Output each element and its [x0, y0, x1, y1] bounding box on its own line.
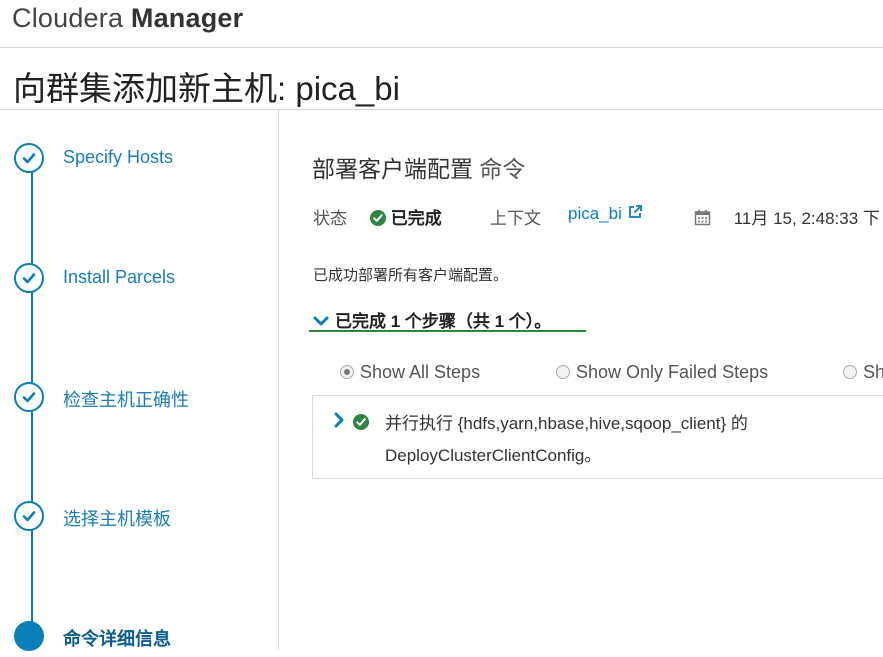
radio-unselected[interactable] [843, 365, 857, 379]
command-step-row[interactable]: 并行执行 {hdfs,yarn,hbase,hive,sqoop_client}… [312, 395, 883, 479]
steps-summary-text: 已完成 1 个步骤（共 1 个）。 [335, 312, 552, 331]
filter-show-failed[interactable]: Show Only Failed Steps [556, 362, 768, 383]
wizard-step-host-template[interactable]: 选择主机模板 [14, 501, 274, 537]
check-icon [14, 263, 44, 293]
page-title: 向群集添加新主机: pica_bi [13, 70, 400, 107]
check-icon [14, 382, 44, 412]
wizard-step-install-parcels[interactable]: Install Parcels [14, 263, 274, 299]
wizard-step-label: 检查主机正确性 [63, 390, 189, 410]
timestamp-field: 11月 15, 2:48:33 下 [694, 204, 880, 229]
filter-show-all[interactable]: Show All Steps [340, 362, 480, 383]
current-step-icon [14, 621, 44, 651]
status-value: 已完成 [390, 209, 442, 228]
radio-unselected[interactable] [556, 365, 570, 379]
check-circle-icon [370, 210, 386, 226]
brand-name-bold: Manager [130, 3, 244, 33]
chevron-right-icon[interactable] [333, 412, 345, 428]
result-message: 已成功部署所有客户端配置。 [313, 267, 509, 284]
wizard-step-inspect-hosts[interactable]: 检查主机正确性 [14, 382, 274, 418]
command-step-line2: DeployClusterClientConfig。 [385, 446, 602, 465]
filter-show-running-label: Sh [863, 362, 883, 382]
context-link-text[interactable]: pica_bi [568, 204, 622, 223]
steps-summary-underline [309, 330, 586, 332]
check-icon [14, 501, 44, 531]
steps-summary-toggle[interactable]: 已完成 1 个步骤（共 1 个）。 [313, 307, 551, 332]
command-title: 部署客户端配置 命令 [312, 150, 525, 184]
wizard-step-label: Install Parcels [63, 267, 176, 287]
wizard-step-command-details[interactable]: 命令详细信息 [14, 621, 274, 657]
filter-show-all-label: Show All Steps [360, 362, 481, 382]
context-label: 上下文 [490, 209, 541, 228]
context-field: 上下文 [490, 204, 541, 229]
filter-show-running[interactable]: Sh [843, 362, 883, 383]
sidebar-divider [278, 110, 279, 649]
header-divider [0, 47, 883, 48]
command-suffix: 命令 [479, 156, 526, 182]
command-step-description: 并行执行 {hdfs,yarn,hbase,hive,sqoop_client}… [385, 408, 748, 472]
brand-name-light: Cloudera [12, 3, 131, 33]
check-icon [14, 143, 44, 173]
status-label: 状态 [313, 209, 347, 228]
command-name: 部署客户端配置 [312, 156, 473, 182]
title-divider [0, 109, 883, 110]
wizard-step-specify-hosts[interactable]: Specify Hosts [14, 143, 274, 179]
timestamp-value: 11月 15, 2:48:33 下 [733, 209, 880, 228]
status-field: 状态 [313, 204, 347, 229]
filter-show-failed-label: Show Only Failed Steps [576, 362, 769, 382]
radio-selected[interactable] [340, 365, 354, 379]
wizard-step-label: 选择主机模板 [63, 509, 171, 529]
wizard-step-label: Specify Hosts [63, 147, 174, 167]
context-link[interactable]: pica_bi [568, 204, 643, 224]
check-circle-icon [353, 414, 369, 430]
calendar-icon [694, 210, 711, 226]
command-step-line1: 并行执行 {hdfs,yarn,hbase,hive,sqoop_client}… [385, 414, 748, 433]
app-brand: Cloudera Manager [12, 3, 243, 34]
wizard-step-label: 命令详细信息 [63, 629, 171, 649]
chevron-down-icon [313, 316, 329, 326]
external-link-icon [628, 205, 642, 218]
status-value-group: 已完成 [370, 204, 442, 229]
